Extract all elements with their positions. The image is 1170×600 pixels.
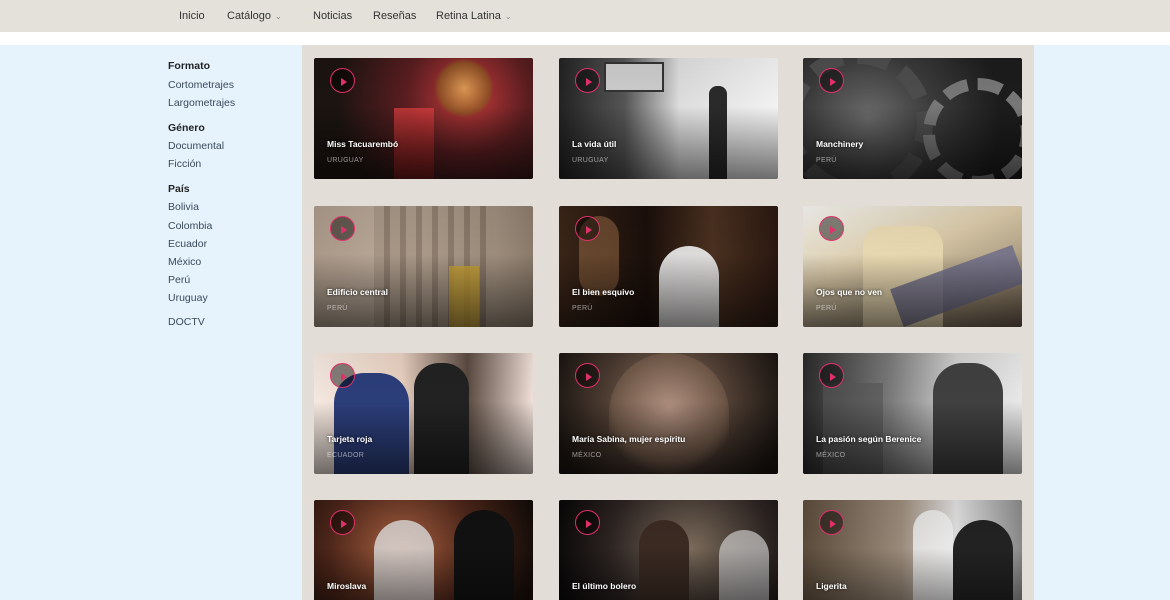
filter-link-bolivia[interactable]: Bolivia: [168, 201, 199, 213]
chevron-down-icon: ⌄: [504, 12, 512, 21]
filter-link-uruguay[interactable]: Uruguay: [168, 292, 208, 304]
header-divider: [0, 32, 1170, 45]
play-icon: [341, 77, 347, 86]
film-title: Miss Tacuarembó: [327, 139, 399, 149]
nav-label: Catálogo: [227, 10, 272, 22]
film-country: PERÚ: [572, 305, 593, 312]
play-button[interactable]: [575, 68, 600, 93]
play-icon: [830, 77, 836, 86]
filter-heading-genero: Género: [168, 122, 205, 134]
nav-label: Retina Latina: [436, 10, 501, 22]
film-card[interactable]: Tarjeta roja ECUADOR: [314, 353, 533, 474]
film-title: La pasión según Berenice: [816, 434, 922, 444]
film-card[interactable]: María Sabina, mujer espíritu MÉXICO: [559, 353, 778, 474]
nav-inicio[interactable]: Inicio: [179, 0, 205, 32]
play-icon: [586, 225, 592, 234]
film-title: El último bolero: [572, 581, 637, 591]
film-card[interactable]: Edificio central PERÚ: [314, 206, 533, 327]
play-icon: [830, 519, 836, 528]
film-country: MÉXICO: [572, 452, 602, 459]
film-title: Tarjeta roja: [327, 434, 373, 444]
nav-catalogo[interactable]: Catálogo ⌄: [227, 0, 282, 32]
play-button[interactable]: [575, 510, 600, 535]
play-button[interactable]: [330, 510, 355, 535]
filter-link-ficcion[interactable]: Ficción: [168, 158, 201, 170]
film-country: URUGUAY: [572, 157, 609, 164]
filter-link-largometrajes[interactable]: Largometrajes: [168, 97, 235, 109]
nav-label: Noticias: [313, 10, 353, 22]
play-button[interactable]: [330, 216, 355, 241]
film-title: María Sabina, mujer espíritu: [572, 434, 686, 444]
filter-heading-pais: País: [168, 183, 190, 195]
play-icon: [586, 77, 592, 86]
film-country: PERÚ: [816, 305, 837, 312]
film-card[interactable]: Manchinery PERÚ: [803, 58, 1022, 179]
film-country: URUGUAY: [327, 157, 364, 164]
film-card[interactable]: Miroslava: [314, 500, 533, 600]
film-card[interactable]: Ligerita: [803, 500, 1022, 600]
play-button[interactable]: [330, 68, 355, 93]
play-icon: [830, 372, 836, 381]
filter-link-peru[interactable]: Perú: [168, 274, 190, 286]
filter-link-ecuador[interactable]: Ecuador: [168, 238, 207, 250]
play-icon: [586, 372, 592, 381]
play-icon: [341, 372, 347, 381]
nav-noticias[interactable]: Noticias: [313, 0, 352, 32]
film-card[interactable]: El bien esquivo PERÚ: [559, 206, 778, 327]
filter-heading-formato: Formato: [168, 60, 210, 72]
film-card[interactable]: El último bolero: [559, 500, 778, 600]
film-card[interactable]: Ojos que no ven PERÚ: [803, 206, 1022, 327]
play-button[interactable]: [819, 68, 844, 93]
top-navigation: Inicio Catálogo ⌄ Noticias Reseñas Retina…: [0, 0, 1170, 32]
film-title: La vida útil: [572, 139, 617, 149]
film-title: Manchinery: [816, 139, 864, 149]
chevron-down-icon: ⌄: [275, 12, 282, 21]
play-icon: [341, 519, 347, 528]
film-country: MÉXICO: [816, 452, 846, 459]
play-button[interactable]: [330, 363, 355, 388]
play-button[interactable]: [575, 216, 600, 241]
play-button[interactable]: [819, 216, 844, 241]
filter-link-colombia[interactable]: Colombia: [168, 220, 212, 232]
play-button[interactable]: [819, 510, 844, 535]
play-button[interactable]: [575, 363, 600, 388]
filter-link-documental[interactable]: Documental: [168, 140, 224, 152]
play-icon: [586, 519, 592, 528]
nav-retina-latina[interactable]: Retina Latina ⌄: [436, 0, 512, 32]
nav-label: Inicio: [179, 10, 205, 22]
film-title: Ojos que no ven: [816, 287, 883, 297]
film-country: ECUADOR: [327, 452, 365, 459]
film-grid: Miss Tacuarembó URUGUAY La vida útil URU…: [302, 45, 1034, 600]
nav-resenas[interactable]: Reseñas: [373, 0, 416, 32]
nav-label: Reseñas: [373, 10, 417, 22]
filter-link-mexico[interactable]: México: [168, 256, 201, 268]
film-country: PERÚ: [816, 157, 837, 164]
play-icon: [830, 225, 836, 234]
film-card[interactable]: Miss Tacuarembó URUGUAY: [314, 58, 533, 179]
film-card[interactable]: La vida útil URUGUAY: [559, 58, 778, 179]
film-card[interactable]: La pasión según Berenice MÉXICO: [803, 353, 1022, 474]
play-icon: [341, 225, 347, 234]
film-country: PERÚ: [327, 305, 348, 312]
filter-link-doctv[interactable]: DOCTV: [168, 316, 205, 328]
filter-link-cortometrajes[interactable]: Cortometrajes: [168, 79, 234, 91]
play-button[interactable]: [819, 363, 844, 388]
film-title: Edificio central: [327, 287, 388, 297]
film-title: Ligerita: [816, 581, 847, 591]
film-title: Miroslava: [327, 581, 367, 591]
film-title: El bien esquivo: [572, 287, 635, 297]
